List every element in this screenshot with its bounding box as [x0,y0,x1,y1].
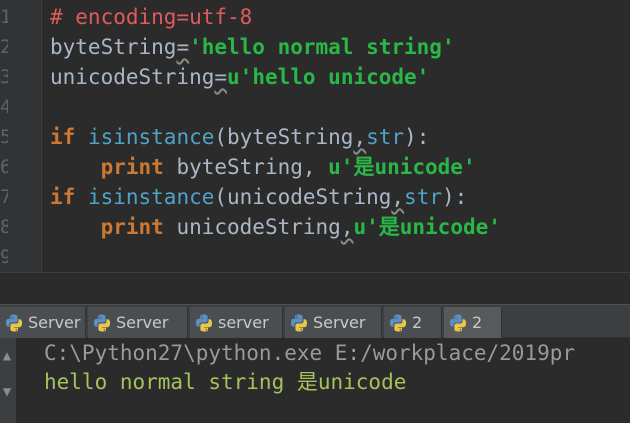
run-command-line: C:\Python27\python.exe E:/workplace/2019… [44,341,576,365]
run-tab-label: 2 [472,313,483,332]
run-toolbar: ▲ ▼ [0,338,16,423]
code-line[interactable]: byteString='hello normal string' [50,32,455,62]
code-line[interactable]: print byteString, u'是unicode' [50,152,476,182]
code-token-punct: , [353,125,367,149]
python-icon [388,313,408,333]
run-output-line: hello normal string 是unicode [44,370,407,394]
code-token-ident: (byteString [214,125,354,149]
code-line[interactable]: print unicodeString,u'是unicode' [50,212,501,242]
code-token-ident: (unicodeString [214,185,392,209]
code-token-builtin: str [366,125,405,149]
code-token-kw: if [50,185,88,209]
code-token-punct: , [340,215,354,239]
code-line[interactable]: if isinstance(unicodeString,str): [50,182,467,212]
code-token-kw: print [50,155,177,179]
code-token-ident: unicodeString [176,215,341,239]
line-number: 7 [0,186,8,208]
arrow-down-icon[interactable]: ▼ [0,382,14,402]
code-token-str: u'是unicode' [353,215,501,239]
run-tab-label: server [218,313,269,332]
line-number: 6 [0,156,8,178]
line-number-gutter: 1234567890 [0,0,42,298]
arrow-up-icon[interactable]: ▲ [0,346,14,366]
code-token-punct: = [214,65,228,89]
line-number: 8 [0,216,8,238]
run-tab[interactable]: Server [285,307,382,338]
python-icon [289,313,309,333]
editor-empty-area[interactable] [0,272,630,300]
line-number: 1 [0,6,8,28]
code-token-str: u'hello unicode' [227,65,430,89]
line-number: 2 [0,36,8,58]
code-line[interactable]: unicodeString=u'hello unicode' [50,62,429,92]
line-number: 5 [0,126,8,148]
code-token-builtin: isinstance [87,185,215,209]
run-tab-label: Server [28,313,81,332]
code-token-builtin: str [404,185,442,209]
code-token-ident: byteString [50,35,177,59]
line-number: 9 [0,246,8,268]
run-tab[interactable]: server [190,307,283,338]
run-tab-bar: Server Server server Server 2 2 [0,304,630,338]
code-token-builtin: isinstance [87,125,215,149]
run-tab-label: Server [116,313,169,332]
line-number: 4 [0,96,8,118]
code-token-kw: print [50,215,177,239]
code-line[interactable]: if isinstance(byteString,str): [50,122,429,152]
code-line[interactable]: # encoding=utf-8 [50,2,252,32]
code-editor[interactable]: 1234567890 # encoding=utf-8byteString='h… [0,0,630,300]
run-tab[interactable]: 2 [444,307,502,338]
run-tab-label: Server [313,313,366,332]
run-tab-label: 2 [412,313,423,332]
python-icon [194,313,214,333]
code-token-ident: ): [441,185,468,209]
code-token-ident: ): [404,125,430,149]
run-tab[interactable]: Server [88,307,188,338]
code-token-ident: unicodeString [50,65,215,89]
code-token-kw: if [50,125,88,149]
python-icon [448,313,468,333]
code-token-ident: byteString, [176,155,329,179]
code-token-str: u'是unicode' [328,155,476,179]
code-token-punct: = [176,35,190,59]
code-token-comment: # encoding=utf-8 [50,5,253,29]
run-output-panel: ▲ ▼ C:\Python27\python.exe E:/workplace/… [0,338,630,423]
code-token-punct: , [391,185,405,209]
code-token-str: 'hello normal string' [189,35,455,59]
run-tab[interactable]: Server [0,307,86,338]
python-icon [4,313,24,333]
run-tab[interactable]: 2 [384,307,442,338]
line-number: 3 [0,66,8,88]
python-icon [92,313,112,333]
